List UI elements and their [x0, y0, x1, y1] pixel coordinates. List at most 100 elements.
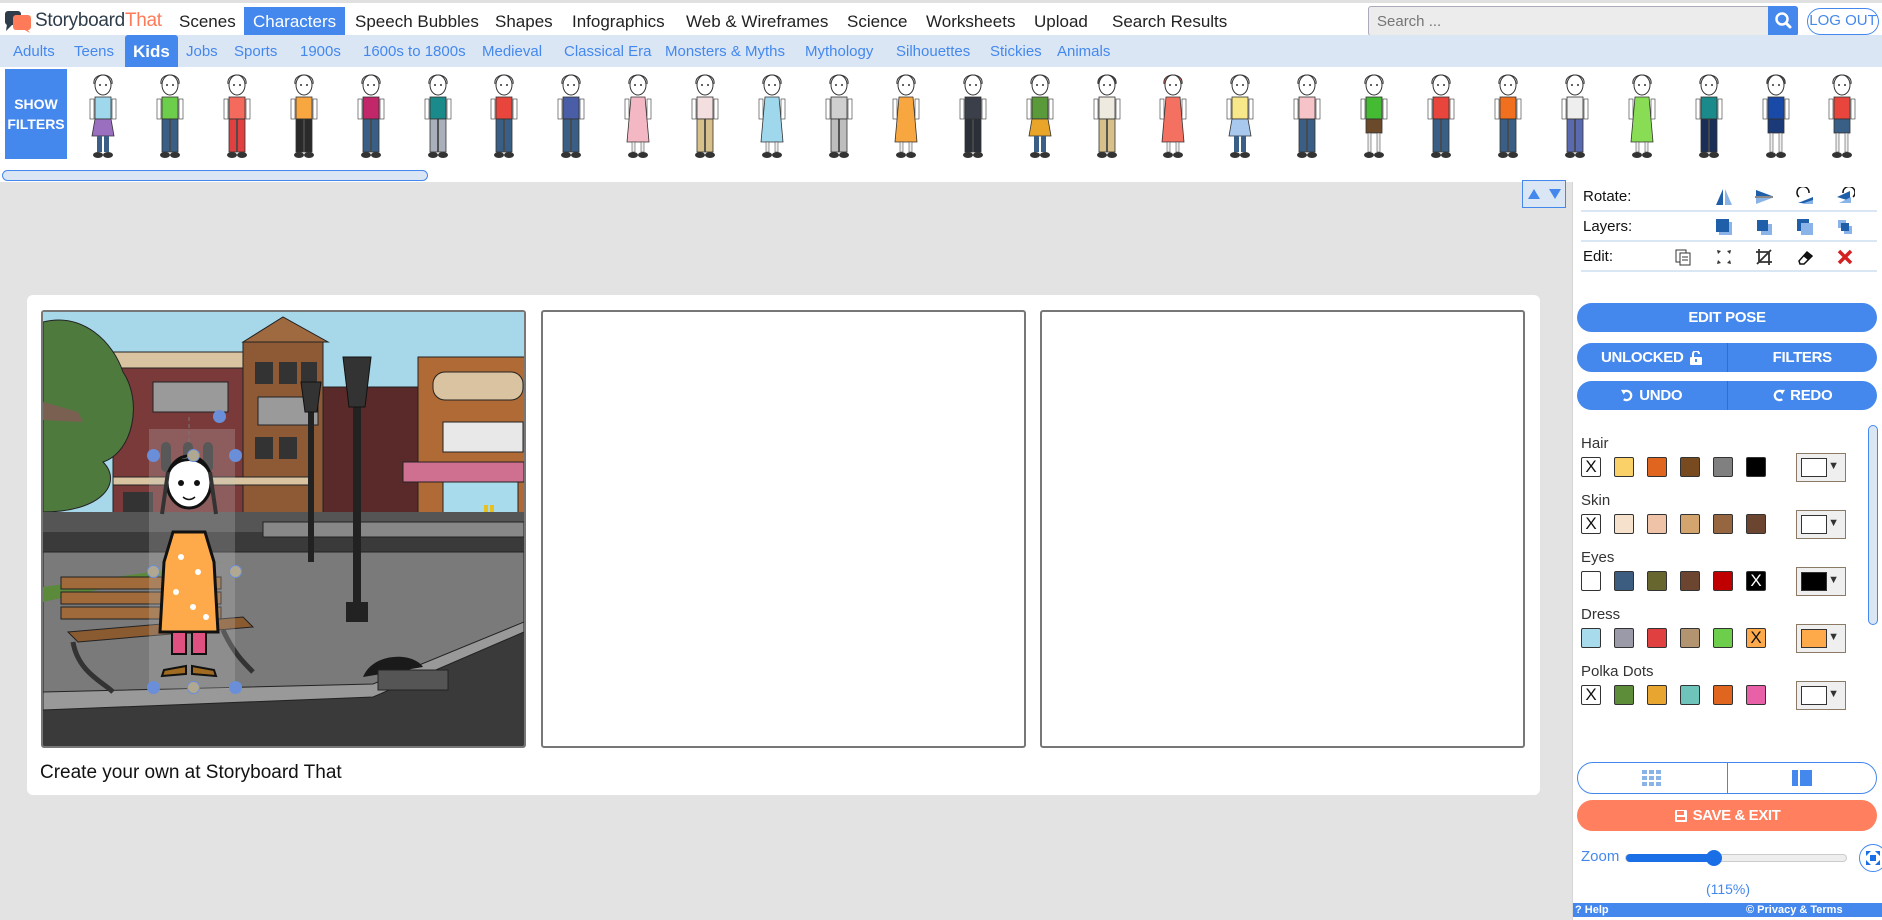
color-swatch[interactable] [1680, 514, 1700, 534]
eraser-icon[interactable] [1795, 247, 1815, 267]
category-1900s[interactable]: 1900s [292, 35, 349, 67]
category-adults[interactable]: Adults [5, 35, 63, 67]
character-thumbnail[interactable] [552, 70, 590, 160]
storyboard-cell-3[interactable] [1040, 310, 1525, 748]
color-swatch[interactable] [1680, 685, 1700, 705]
character-thumbnail[interactable] [84, 70, 122, 160]
save-exit-button[interactable]: SAVE & EXIT [1577, 800, 1877, 831]
category-silhouettes[interactable]: Silhouettes [888, 35, 978, 67]
nav-worksheets[interactable]: Worksheets [917, 7, 1024, 36]
color-swatch[interactable] [1680, 628, 1700, 648]
nav-upload[interactable]: Upload [1025, 7, 1097, 36]
search-input[interactable] [1369, 7, 1767, 35]
storyboard-cell-2[interactable] [541, 310, 1026, 748]
arrow-down-icon[interactable] [1548, 188, 1562, 200]
color-swatch[interactable] [1581, 571, 1601, 591]
character-thumbnail[interactable] [1489, 70, 1527, 160]
color-swatch[interactable] [1647, 571, 1667, 591]
category-medieval[interactable]: Medieval [474, 35, 550, 67]
custom-color-picker[interactable]: ▼ [1796, 681, 1846, 710]
character-thumbnail[interactable] [1757, 70, 1795, 160]
color-swatch[interactable] [1614, 571, 1634, 591]
category-monsters-myths[interactable]: Monsters & Myths [657, 35, 793, 67]
nav-shapes[interactable]: Shapes [486, 7, 562, 36]
delete-icon[interactable] [1835, 247, 1855, 267]
grid-view-button[interactable] [1578, 763, 1727, 793]
nav-infographics[interactable]: Infographics [563, 7, 674, 36]
character-thumbnail[interactable] [352, 70, 390, 160]
color-swatch[interactable] [1647, 628, 1667, 648]
color-swatch[interactable] [1713, 628, 1733, 648]
flip-vertical-icon[interactable] [1754, 187, 1774, 207]
nav-web-wireframes[interactable]: Web & Wireframes [677, 7, 837, 36]
character-thumbnail[interactable] [753, 70, 791, 160]
character-thumbnail[interactable] [218, 70, 256, 160]
character-thumbnail[interactable] [1422, 70, 1460, 160]
character-thumbnail[interactable] [1154, 70, 1192, 160]
character-thumbnail[interactable] [686, 70, 724, 160]
nav-science[interactable]: Science [838, 7, 916, 36]
library-scrollbar[interactable] [2, 170, 428, 181]
character-thumbnail[interactable] [1221, 70, 1259, 160]
character-thumbnail[interactable] [485, 70, 523, 160]
custom-color-picker[interactable]: ▼ [1796, 453, 1846, 482]
send-to-back-icon[interactable] [1835, 217, 1855, 237]
color-swatch[interactable] [1746, 685, 1766, 705]
redo-button[interactable]: REDO [1726, 381, 1878, 410]
color-swatch[interactable] [1746, 457, 1766, 477]
category-stickies[interactable]: Stickies [982, 35, 1050, 67]
send-backward-icon[interactable] [1795, 217, 1815, 237]
resize-icon[interactable] [1714, 247, 1734, 267]
zoom-slider[interactable] [1625, 850, 1847, 866]
show-filters-button[interactable]: SHOW FILTERS [5, 69, 67, 159]
color-swatch[interactable] [1713, 571, 1733, 591]
character-thumbnail[interactable] [419, 70, 457, 160]
character-thumbnail[interactable] [619, 70, 657, 160]
no-color-swatch[interactable]: X [1581, 685, 1601, 705]
rotate-handle[interactable] [213, 410, 226, 423]
resize-handle[interactable] [187, 681, 200, 694]
nav-speech-bubbles[interactable]: Speech Bubbles [346, 7, 488, 36]
character-thumbnail[interactable] [1288, 70, 1326, 160]
bring-to-front-icon[interactable] [1714, 217, 1734, 237]
edit-pose-button[interactable]: EDIT POSE [1577, 303, 1877, 332]
custom-color-picker[interactable]: ▼ [1796, 624, 1846, 653]
nav-scenes[interactable]: Scenes [170, 7, 245, 36]
color-swatch[interactable] [1713, 457, 1733, 477]
zoom-slider-thumb[interactable] [1706, 850, 1722, 866]
resize-handle[interactable] [147, 565, 160, 578]
character-thumbnail[interactable] [820, 70, 858, 160]
color-swatch[interactable] [1647, 457, 1667, 477]
resize-handle[interactable] [229, 681, 242, 694]
undo-button[interactable]: UNDO [1577, 381, 1727, 410]
logout-button[interactable]: LOG OUT [1807, 8, 1879, 35]
character-thumbnail[interactable] [285, 70, 323, 160]
properties-scrollbar[interactable] [1868, 425, 1878, 625]
character-thumbnail[interactable] [1088, 70, 1126, 160]
fit-screen-button[interactable] [1859, 844, 1882, 872]
help-link[interactable]: ? Help [1575, 903, 1609, 917]
category-mythology[interactable]: Mythology [797, 35, 881, 67]
no-color-swatch[interactable]: X [1581, 514, 1601, 534]
color-swatch[interactable] [1713, 685, 1733, 705]
character-thumbnail[interactable] [887, 70, 925, 160]
color-swatch[interactable] [1614, 628, 1634, 648]
crop-icon[interactable] [1754, 247, 1774, 267]
custom-color-picker[interactable]: ▼ [1796, 510, 1846, 539]
filters-button[interactable]: FILTERS [1726, 343, 1878, 372]
character-thumbnail[interactable] [151, 70, 189, 160]
layout-view-button[interactable] [1726, 763, 1877, 793]
category-jobs[interactable]: Jobs [178, 35, 226, 67]
category-classical-era[interactable]: Classical Era [556, 35, 660, 67]
category-kids[interactable]: Kids [125, 35, 178, 67]
category-animals[interactable]: Animals [1049, 35, 1118, 67]
logo[interactable]: StoryboardThat [4, 7, 162, 35]
character-thumbnail[interactable] [1823, 70, 1861, 160]
character-thumbnail[interactable] [1556, 70, 1594, 160]
category-teens[interactable]: Teens [66, 35, 122, 67]
privacy-terms-link[interactable]: © Privacy & Terms [1746, 903, 1843, 917]
resize-handle[interactable] [229, 449, 242, 462]
color-swatch[interactable] [1680, 457, 1700, 477]
nav-search-results[interactable]: Search Results [1103, 7, 1236, 36]
rotate-right-icon[interactable] [1835, 187, 1855, 207]
